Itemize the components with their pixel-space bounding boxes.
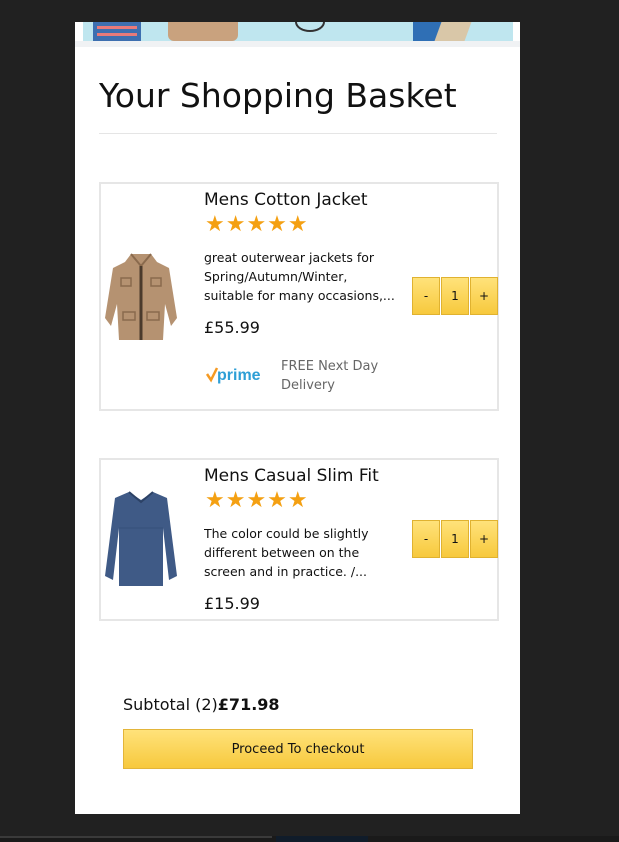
tshirt-image [105, 491, 177, 586]
jacket-image [105, 253, 177, 340]
delivery-info: FREE Next Day Delivery [281, 359, 379, 393]
increase-quantity-button[interactable]: + [470, 277, 498, 315]
banner-border [75, 41, 520, 47]
proceed-to-checkout-button[interactable]: Proceed To checkout [123, 729, 473, 769]
product-price: £55.99 [204, 318, 260, 337]
quantity-value: 1 [441, 277, 469, 315]
increase-quantity-button[interactable]: + [470, 520, 498, 558]
prime-logo-icon: prime [205, 367, 261, 384]
taskbar [0, 836, 619, 842]
product-name[interactable]: Mens Casual Slim Fit [204, 466, 379, 486]
title-divider [99, 133, 497, 134]
subtotal-label: Subtotal (2) [123, 695, 218, 714]
star-rating: ★★★★★ [205, 212, 309, 237]
decrease-quantity-button[interactable]: - [412, 277, 440, 315]
product-description: great outerwear jackets for Spring/Autum… [204, 250, 395, 303]
star-rating: ★★★★★ [205, 488, 309, 513]
basket-panel: Your Shopping Basket Mens Cotton Jacket … [75, 22, 520, 814]
quantity-stepper: - 1 + [412, 520, 499, 558]
quantity-stepper: - 1 + [412, 277, 499, 315]
quantity-value: 1 [441, 520, 469, 558]
product-description: The color could be slightly different be… [204, 526, 369, 579]
product-price: £15.99 [204, 594, 260, 613]
subtotal: Subtotal (2)£71.98 [123, 695, 280, 714]
product-name[interactable]: Mens Cotton Jacket [204, 190, 367, 210]
svg-text:prime: prime [217, 367, 261, 384]
basket-item: Mens Casual Slim Fit ★★★★★ The color cou… [99, 458, 499, 621]
header-banner-image [83, 22, 513, 41]
page-title: Your Shopping Basket [99, 76, 457, 115]
basket-item: Mens Cotton Jacket ★★★★★ great outerwear… [99, 182, 499, 411]
subtotal-amount: £71.98 [217, 695, 280, 714]
decrease-quantity-button[interactable]: - [412, 520, 440, 558]
